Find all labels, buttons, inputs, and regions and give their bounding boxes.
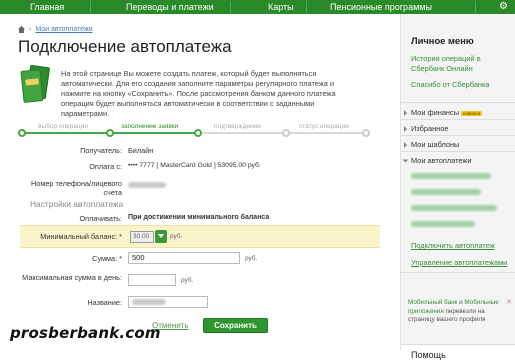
recipient-label: Получатель:	[80, 146, 122, 155]
step-label-select: выбор операции	[38, 123, 88, 130]
breadcrumb: › Мои автоплатежи	[18, 26, 93, 33]
promo-link-mobile-bank[interactable]: Мобильный банк	[408, 299, 457, 306]
new-badge: новинка	[461, 110, 482, 116]
max-amount-unit: руб.	[181, 277, 194, 284]
nav-divider	[230, 1, 231, 13]
breadcrumb-link[interactable]: Мои автоплатежи	[35, 26, 92, 33]
sidebar-item-templates[interactable]: Мои шаблоны	[404, 140, 459, 149]
chevron-right-icon	[404, 126, 407, 133]
step-label-status: статус операции	[299, 123, 349, 130]
chevron-right-icon	[404, 142, 407, 149]
name-input[interactable]	[128, 296, 208, 308]
watermark: prosberbank.com	[10, 324, 161, 342]
help-label: Помощь	[411, 350, 446, 360]
sidebar-link-spasibo[interactable]: Спасибо от Сбербанка	[411, 80, 490, 90]
min-balance-unit: руб.	[170, 233, 183, 240]
manage-autopayments-link[interactable]: Управление автоплатежами	[411, 258, 507, 268]
sidebar: Личное меню История операций в Сбербанк …	[400, 14, 515, 364]
name-label: Название:	[87, 298, 122, 307]
close-icon[interactable]: ✕	[506, 299, 512, 308]
sidebar-item-autopayments[interactable]: Мои автоплатежи	[402, 156, 471, 165]
phone-label: Номер телефона/лицевого счета	[31, 179, 122, 197]
phone-value	[128, 181, 166, 190]
sidebar-item-finances[interactable]: Мои финансы новинка	[404, 108, 482, 117]
step-label-confirm: подтверждение	[214, 123, 261, 130]
chevron-right-icon	[404, 110, 407, 117]
autopayment-item[interactable]	[411, 205, 497, 211]
help-section[interactable]: Помощь	[401, 344, 515, 364]
top-navigation: Главная Переводы и платежи Карты Пенсион…	[0, 0, 515, 14]
step-dot	[194, 129, 202, 137]
step-dot	[106, 129, 114, 137]
pay-from-label: Оплата с:	[89, 162, 122, 171]
nav-divider	[90, 1, 91, 13]
pay-label: Оплачивать:	[79, 214, 122, 223]
page-title: Подключение автоплатежа	[18, 37, 232, 56]
nav-item-cards[interactable]: Карты	[268, 0, 294, 14]
sidebar-title: Личное меню	[411, 35, 474, 46]
autopayment-item[interactable]	[411, 189, 481, 195]
step-dot	[282, 129, 290, 137]
step-label-fill: заполнение заявки	[121, 123, 179, 130]
sidebar-item-favorites[interactable]: Избранное	[404, 124, 448, 133]
nav-divider	[306, 1, 307, 13]
pay-value: При достижении минимального баланса	[128, 214, 270, 221]
amount-unit: руб.	[245, 255, 258, 262]
nav-divider	[475, 1, 476, 13]
intro-text: На этой странице Вы можете создать плате…	[61, 69, 336, 118]
step-dot	[362, 129, 370, 137]
section-title: Настройки автоплатежа	[30, 199, 124, 209]
promo-notice: ✕ Мобильный банк и Мобильные приложения …	[408, 299, 512, 323]
pay-from-value: •••• 7777 [ MasterCard Gold ] 53095.00 р…	[128, 162, 261, 169]
step-dot	[18, 129, 26, 137]
progress-steps: выбор операции заполнение заявки подтвер…	[18, 123, 370, 143]
connect-autopayment-link[interactable]: Подключить автоплатеж	[411, 241, 495, 251]
amount-input[interactable]: 500	[128, 252, 240, 264]
max-amount-label: Максимальная сумма в день:	[22, 273, 122, 282]
breadcrumb-separator: ›	[29, 26, 32, 33]
autopayment-item[interactable]	[411, 221, 475, 227]
amount-label: Сумма: *	[92, 254, 122, 263]
min-balance-label: Минимальный баланс: *	[40, 232, 122, 241]
autopayment-item[interactable]	[411, 173, 491, 179]
min-balance-select[interactable]: 30.00	[130, 231, 154, 243]
sidebar-link-history[interactable]: История операций в Сбербанк Онлайн	[411, 54, 511, 73]
nav-item-pensions[interactable]: Пенсионные программы	[330, 0, 432, 14]
max-amount-input[interactable]	[128, 274, 176, 286]
nav-item-home[interactable]: Главная	[30, 0, 64, 14]
dropdown-arrow-icon[interactable]	[155, 230, 167, 243]
recipient-value: Билайн	[128, 146, 154, 155]
cards-illustration-icon	[20, 64, 51, 104]
nav-item-transfers[interactable]: Переводы и платежи	[126, 0, 214, 14]
save-button[interactable]: Сохранить	[203, 318, 268, 333]
gear-icon[interactable]: ⚙	[499, 0, 508, 14]
home-icon[interactable]	[18, 26, 25, 33]
chevron-down-icon	[402, 159, 409, 163]
